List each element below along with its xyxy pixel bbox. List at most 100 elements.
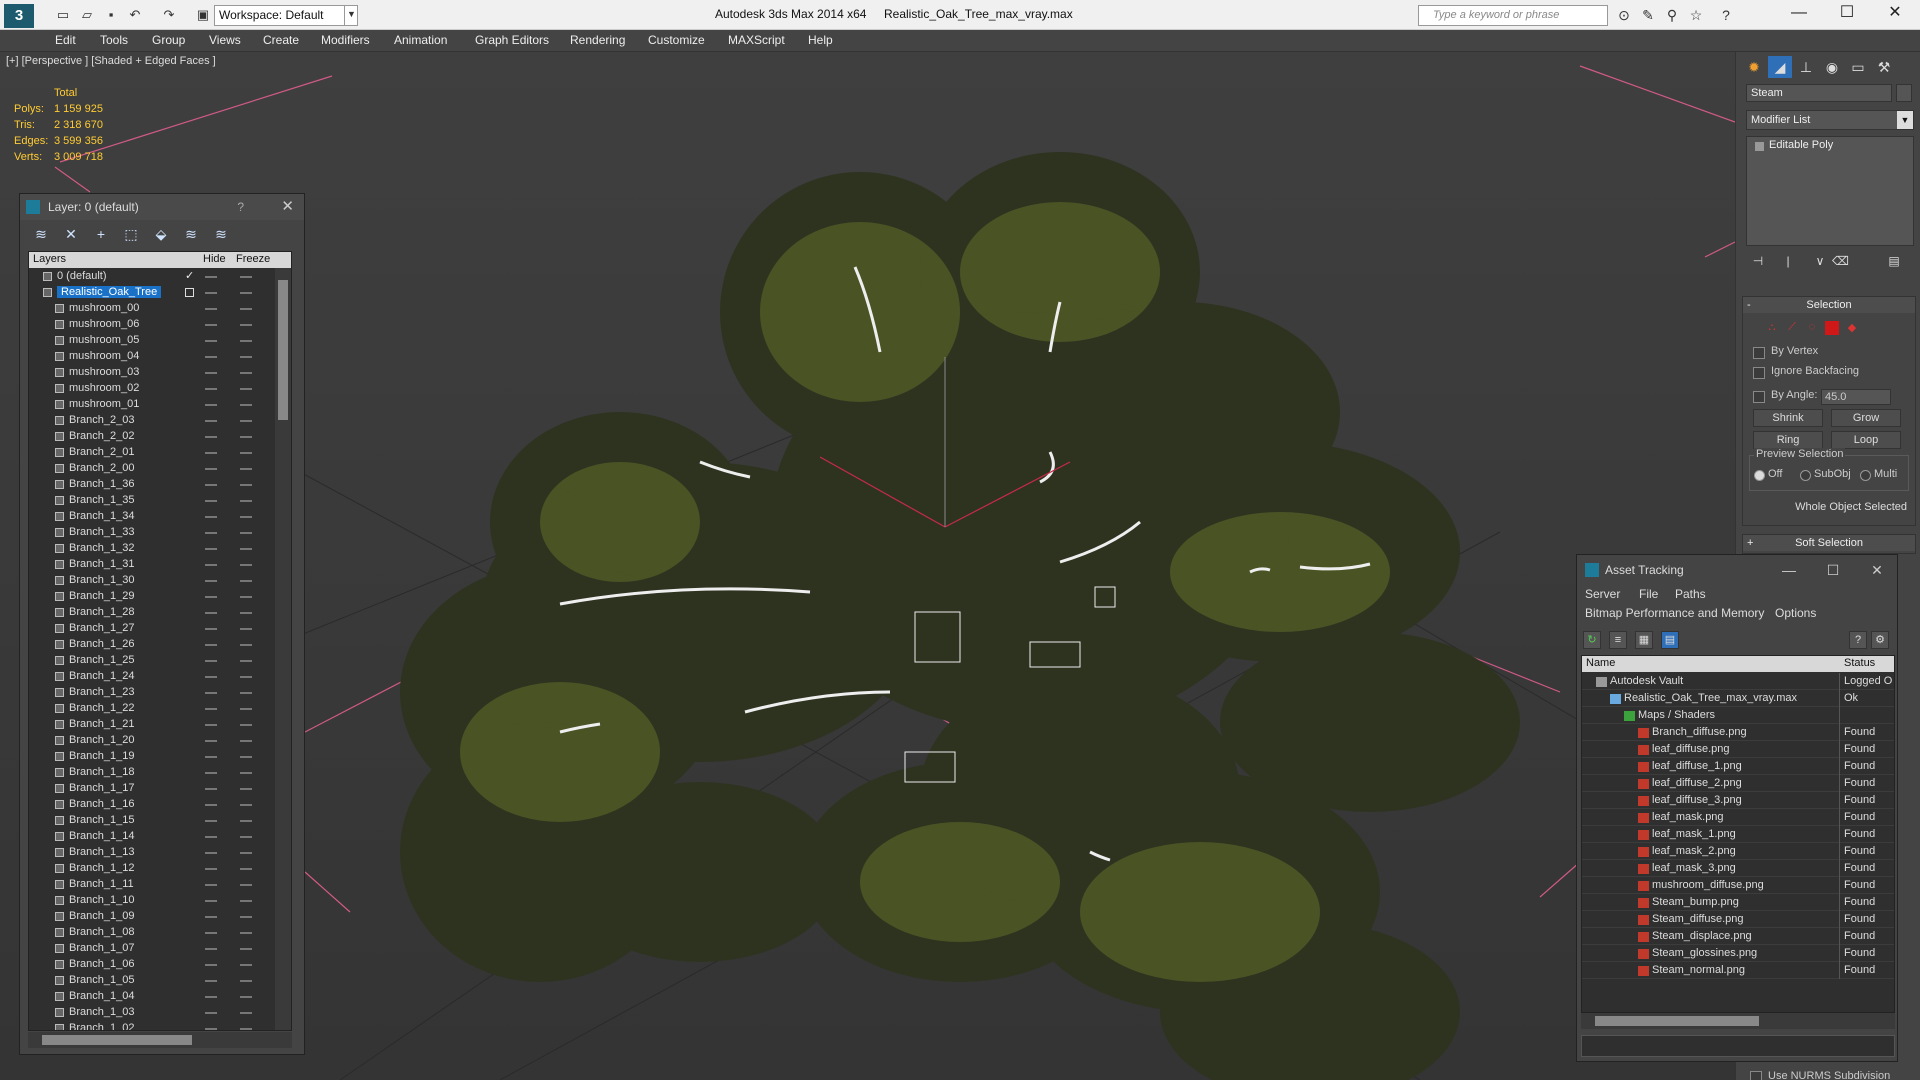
object-name-field[interactable]: Steam <box>1746 84 1892 102</box>
menu-group[interactable]: Group <box>152 33 185 47</box>
layer-list-hscrollbar[interactable] <box>28 1032 292 1048</box>
hide-toggle[interactable] <box>205 804 217 806</box>
hide-toggle[interactable] <box>205 916 217 918</box>
hierarchy-tab-icon[interactable]: ⊥ <box>1794 56 1818 78</box>
binoculars-icon[interactable]: ⊙ <box>1614 6 1634 24</box>
layer-row[interactable]: Branch_2_03 <box>29 413 275 429</box>
ring-button[interactable]: Ring <box>1753 431 1823 449</box>
freeze-toggle[interactable] <box>240 884 252 886</box>
app-logo-icon[interactable]: 3 <box>4 4 34 28</box>
freeze-toggle[interactable] <box>240 292 252 294</box>
hide-toggle[interactable] <box>205 468 217 470</box>
layer-row[interactable]: Branch_1_09 <box>29 909 275 925</box>
menu-customize[interactable]: Customize <box>648 33 705 47</box>
menu-maxscript[interactable]: MAXScript <box>728 33 785 47</box>
preview-subobj-radio[interactable]: SubObj <box>1800 468 1851 481</box>
layer-row[interactable]: Branch_1_11 <box>29 877 275 893</box>
hide-toggle[interactable] <box>205 580 217 582</box>
hide-toggle[interactable] <box>205 852 217 854</box>
select-objects-icon[interactable]: ⬚ <box>122 226 140 242</box>
hide-toggle[interactable] <box>205 596 217 598</box>
layer-row[interactable]: Branch_1_25 <box>29 653 275 669</box>
menu-paths[interactable]: Paths <box>1675 587 1706 601</box>
menu-tools[interactable]: Tools <box>100 33 128 47</box>
asset-row[interactable]: Maps / Shaders <box>1582 707 1894 724</box>
freeze-toggle[interactable] <box>240 820 252 822</box>
layer-list-scrollbar[interactable] <box>275 268 291 1030</box>
asset-row[interactable]: Steam_diffuse.png Found <box>1582 911 1894 928</box>
layer-row[interactable]: Branch_1_04 <box>29 989 275 1005</box>
freeze-toggle[interactable] <box>240 724 252 726</box>
create-tab-icon[interactable]: ✹ <box>1742 56 1766 78</box>
hide-toggle[interactable] <box>205 932 217 934</box>
hide-toggle[interactable] <box>205 996 217 998</box>
make-unique-icon[interactable]: ∨ <box>1812 254 1828 270</box>
asset-row[interactable]: leaf_diffuse.png Found <box>1582 741 1894 758</box>
layer-row[interactable]: mushroom_06 <box>29 317 275 333</box>
list-view-icon[interactable]: ≡ <box>1609 631 1627 649</box>
freeze-toggle[interactable] <box>240 468 252 470</box>
freeze-toggle[interactable] <box>240 548 252 550</box>
close-button[interactable]: ✕ <box>1855 555 1899 585</box>
freeze-toggle[interactable] <box>240 596 252 598</box>
freeze-toggle[interactable] <box>240 372 252 374</box>
communication-icon[interactable]: ⚲ <box>1662 6 1682 24</box>
hide-toggle[interactable] <box>205 660 217 662</box>
save-file-icon[interactable]: ▪ <box>102 6 120 24</box>
preview-multi-radio[interactable]: Multi <box>1860 468 1897 481</box>
layer-row[interactable]: Branch_1_21 <box>29 717 275 733</box>
hide-toggle[interactable] <box>205 884 217 886</box>
asset-row[interactable]: leaf_mask_2.png Found <box>1582 843 1894 860</box>
by-vertex-checkbox[interactable]: By Vertex <box>1753 345 1893 361</box>
viewport-label[interactable]: [+] [Perspective ] [Shaded + Edged Faces… <box>6 55 216 67</box>
stack-item-editable-poly[interactable]: Editable Poly <box>1753 139 1833 151</box>
hide-toggle[interactable] <box>205 308 217 310</box>
soft-selection-rollout[interactable]: + Soft Selection <box>1742 534 1916 554</box>
column-hide[interactable]: Hide <box>203 253 226 265</box>
hide-toggle[interactable] <box>205 516 217 518</box>
menu-server[interactable]: Server <box>1585 587 1620 601</box>
freeze-toggle[interactable] <box>240 356 252 358</box>
hide-toggle[interactable] <box>205 628 217 630</box>
hide-toggle[interactable] <box>205 676 217 678</box>
help-icon[interactable]: ? <box>1849 631 1867 649</box>
freeze-toggle[interactable] <box>240 964 252 966</box>
freeze-toggle[interactable] <box>240 276 252 278</box>
column-name[interactable]: Name <box>1586 657 1615 669</box>
hide-toggle[interactable] <box>205 708 217 710</box>
nurms-subdivision-checkbox[interactable]: Use NURMS Subdivision <box>1750 1070 1910 1080</box>
freeze-toggle[interactable] <box>240 852 252 854</box>
freeze-toggle[interactable] <box>240 740 252 742</box>
hide-toggle[interactable] <box>205 692 217 694</box>
menu-create[interactable]: Create <box>263 33 299 47</box>
layer-row[interactable]: Realistic_Oak_Tree <box>29 285 275 301</box>
hide-toggle[interactable] <box>205 836 217 838</box>
menu-help[interactable]: Help <box>808 33 833 47</box>
hide-toggle[interactable] <box>205 436 217 438</box>
hide-toggle[interactable] <box>205 324 217 326</box>
layer-row[interactable]: Branch_1_17 <box>29 781 275 797</box>
refresh-icon[interactable]: ↻ <box>1583 631 1601 649</box>
freeze-toggle[interactable] <box>240 660 252 662</box>
layer-row[interactable]: Branch_1_22 <box>29 701 275 717</box>
freeze-toggle[interactable] <box>240 564 252 566</box>
menu-modifiers[interactable]: Modifiers <box>321 33 370 47</box>
hide-toggle[interactable] <box>205 404 217 406</box>
vault-settings-icon[interactable]: ⚙ <box>1871 631 1889 649</box>
help-button[interactable]: ? <box>237 194 244 220</box>
layer-row[interactable]: Branch_1_30 <box>29 573 275 589</box>
freeze-toggle[interactable] <box>240 532 252 534</box>
layer-row[interactable]: Branch_1_23 <box>29 685 275 701</box>
freeze-toggle[interactable] <box>240 516 252 518</box>
freeze-toggle[interactable] <box>240 436 252 438</box>
selection-rollout-header[interactable]: - Selection <box>1743 297 1915 313</box>
hide-toggle[interactable] <box>205 372 217 374</box>
object-color-swatch[interactable] <box>1896 84 1912 102</box>
edge-mode-icon[interactable]: ⟋ <box>1785 321 1799 335</box>
freeze-toggle[interactable] <box>240 900 252 902</box>
utilities-tab-icon[interactable]: ⚒ <box>1872 56 1896 78</box>
hide-toggle[interactable] <box>205 548 217 550</box>
hide-toggle[interactable] <box>205 420 217 422</box>
layer-row[interactable]: Branch_1_14 <box>29 829 275 845</box>
border-mode-icon[interactable]: ◌ <box>1805 321 1819 335</box>
